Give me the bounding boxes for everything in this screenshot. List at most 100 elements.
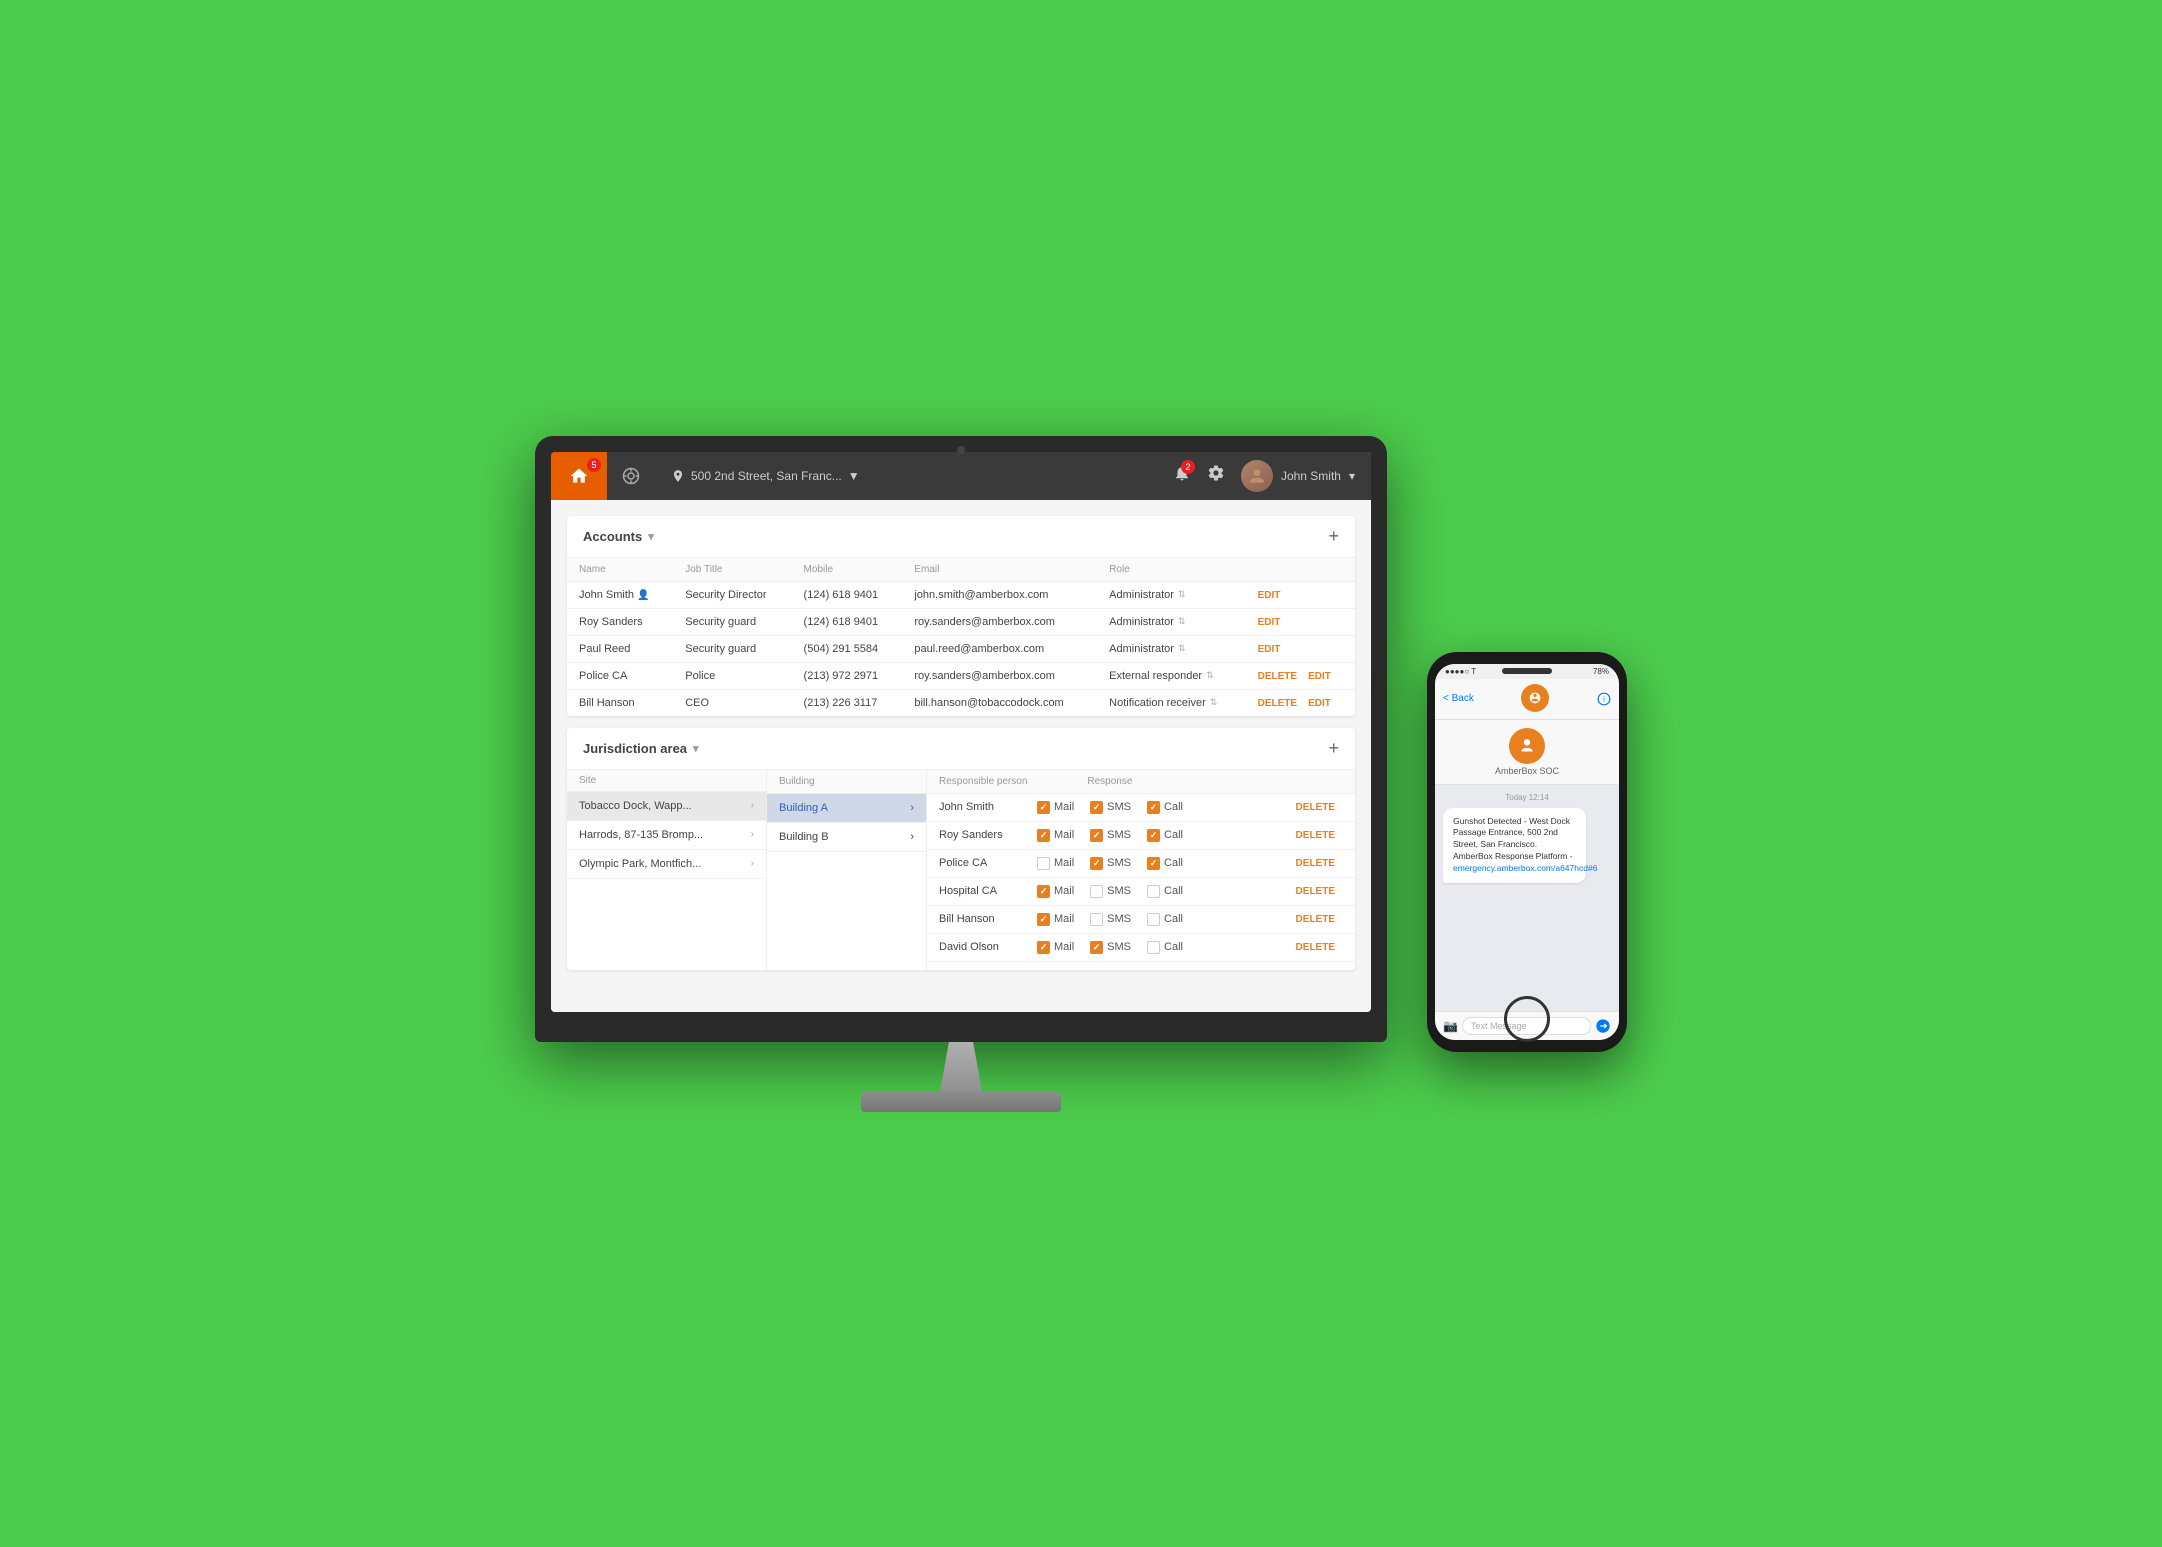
message-text: Gunshot Detected - West Dock Passage Ent… (1453, 816, 1573, 862)
btn-edit-0[interactable]: EDIT (1258, 590, 1281, 601)
checkbox-mail[interactable] (1037, 941, 1050, 954)
checkbox-call[interactable] (1147, 829, 1160, 842)
btn-delete-responder-2[interactable]: DELETE (1296, 858, 1335, 869)
jurisdiction-chevron: ▾ (693, 742, 699, 755)
checkbox-sms[interactable] (1090, 801, 1103, 814)
responder-row-2: Police CA Mail SMS Call DELETE (927, 850, 1355, 878)
building-name: Building A (779, 802, 828, 814)
checkbox-group-call: Call (1147, 857, 1183, 870)
home-badge: 5 (587, 458, 601, 472)
checkbox-group-mail: Mail (1037, 941, 1074, 954)
checkbox-mail[interactable] (1037, 885, 1050, 898)
message-bubble: Gunshot Detected - West Dock Passage Ent… (1443, 808, 1586, 883)
checkbox-call[interactable] (1147, 857, 1160, 870)
checkbox-mail[interactable] (1037, 857, 1050, 870)
btn-delete-responder-5[interactable]: DELETE (1296, 942, 1335, 953)
cell-role: External responder ⇅ (1097, 662, 1245, 689)
btn-delete-responder-3[interactable]: DELETE (1296, 886, 1335, 897)
cell-actions: DELETE EDIT (1246, 662, 1355, 689)
btn-edit-3[interactable]: EDIT (1308, 671, 1331, 682)
checkbox-group-sms: SMS (1090, 857, 1131, 870)
avatar-icon (1247, 466, 1267, 486)
checkbox-call[interactable] (1147, 801, 1160, 814)
checkbox-call[interactable] (1147, 885, 1160, 898)
checkbox-sms[interactable] (1090, 829, 1103, 842)
checkbox-group-call: Call (1147, 885, 1183, 898)
checkbox-group-call: Call (1147, 913, 1183, 926)
checkbox-sms[interactable] (1090, 913, 1103, 926)
role-sort-icon: ⇅ (1206, 670, 1214, 681)
checkbox-mail[interactable] (1037, 829, 1050, 842)
col-name: Name (567, 558, 673, 582)
responder-name: Roy Sanders (939, 829, 1029, 841)
accounts-row: Bill Hanson CEO (213) 226 3117 bill.hans… (567, 689, 1355, 716)
site-item-1[interactable]: Harrods, 87-135 Bromp...› (567, 821, 766, 850)
buildings-panel: Building Building A›Building B› (767, 770, 927, 970)
phone-back-button[interactable]: < Back (1443, 693, 1474, 704)
responder-name: Police CA (939, 857, 1029, 869)
checkbox-call[interactable] (1147, 913, 1160, 926)
bell-button[interactable]: 2 (1173, 464, 1191, 487)
checkbox-label-sms: SMS (1107, 941, 1131, 953)
building-name: Building B (779, 831, 829, 843)
cell-actions: EDIT (1246, 581, 1355, 608)
monitor: 5 500 2nd Street, San Franc... (535, 436, 1387, 1112)
site-chevron: › (751, 829, 754, 840)
user-chevron: ▾ (1349, 469, 1355, 483)
site-name: Tobacco Dock, Wapp... (579, 800, 692, 812)
checkbox-mail[interactable] (1037, 801, 1050, 814)
location-chevron: ▼ (848, 469, 860, 483)
cell-email: roy.sanders@amberbox.com (902, 662, 1097, 689)
accounts-row: Paul Reed Security guard (504) 291 5584 … (567, 635, 1355, 662)
bell-badge: 2 (1181, 460, 1195, 474)
btn-delete-4[interactable]: DELETE (1258, 698, 1297, 709)
contact-name: AmberBox SOC (1443, 766, 1611, 776)
scene: 5 500 2nd Street, San Franc... (535, 436, 1627, 1112)
avatar (1241, 460, 1273, 492)
home-button[interactable]: 5 (551, 452, 607, 500)
responder-name: David Olson (939, 941, 1029, 953)
cell-mobile: (213) 972 2971 (792, 662, 903, 689)
cell-email: john.smith@amberbox.com (902, 581, 1097, 608)
checkbox-label-mail: Mail (1054, 829, 1074, 841)
jurisdiction-title: Jurisdiction area ▾ (583, 741, 699, 756)
cell-name: Roy Sanders (567, 608, 673, 635)
camera-icon[interactable]: 📷 (1443, 1019, 1458, 1033)
building-chevron: › (910, 802, 914, 814)
responders-header: Responsible person Response (927, 770, 1355, 794)
user-menu[interactable]: John Smith ▾ (1241, 460, 1355, 492)
accounts-add-button[interactable]: + (1328, 526, 1339, 547)
building-item-1[interactable]: Building B› (767, 823, 926, 852)
btn-edit-1[interactable]: EDIT (1258, 617, 1281, 628)
role-sort-icon: ⇅ (1210, 697, 1218, 708)
message-link[interactable]: emergency.amberbox.com/a647hcd#6 (1453, 863, 1597, 873)
location-text: 500 2nd Street, San Franc... (691, 469, 842, 483)
site-item-0[interactable]: Tobacco Dock, Wapp...› (567, 792, 766, 821)
checkbox-sms[interactable] (1090, 857, 1103, 870)
cell-job: CEO (673, 689, 791, 716)
site-item-2[interactable]: Olympic Park, Montfich...› (567, 850, 766, 879)
checkbox-sms[interactable] (1090, 941, 1103, 954)
checkbox-sms[interactable] (1090, 885, 1103, 898)
btn-delete-3[interactable]: DELETE (1258, 671, 1297, 682)
settings-button[interactable] (1207, 464, 1225, 487)
home-icon (569, 466, 589, 486)
checkbox-label-sms: SMS (1107, 857, 1131, 869)
location-selector[interactable]: 500 2nd Street, San Franc... ▼ (655, 469, 1173, 483)
checkbox-group-sms: SMS (1090, 885, 1131, 898)
target-button[interactable] (607, 452, 655, 500)
cell-name: Paul Reed (567, 635, 673, 662)
role-sort-icon: ⇅ (1178, 643, 1186, 654)
message-input[interactable]: Text Message (1462, 1017, 1591, 1035)
btn-edit-4[interactable]: EDIT (1308, 698, 1331, 709)
phone-info-icon[interactable]: i (1597, 692, 1611, 706)
btn-delete-responder-0[interactable]: DELETE (1296, 802, 1335, 813)
btn-edit-2[interactable]: EDIT (1258, 644, 1281, 655)
checkbox-mail[interactable] (1037, 913, 1050, 926)
checkbox-call[interactable] (1147, 941, 1160, 954)
send-icon[interactable] (1595, 1018, 1611, 1034)
jurisdiction-add-button[interactable]: + (1328, 738, 1339, 759)
btn-delete-responder-1[interactable]: DELETE (1296, 830, 1335, 841)
building-item-0[interactable]: Building A › (767, 794, 926, 823)
btn-delete-responder-4[interactable]: DELETE (1296, 914, 1335, 925)
